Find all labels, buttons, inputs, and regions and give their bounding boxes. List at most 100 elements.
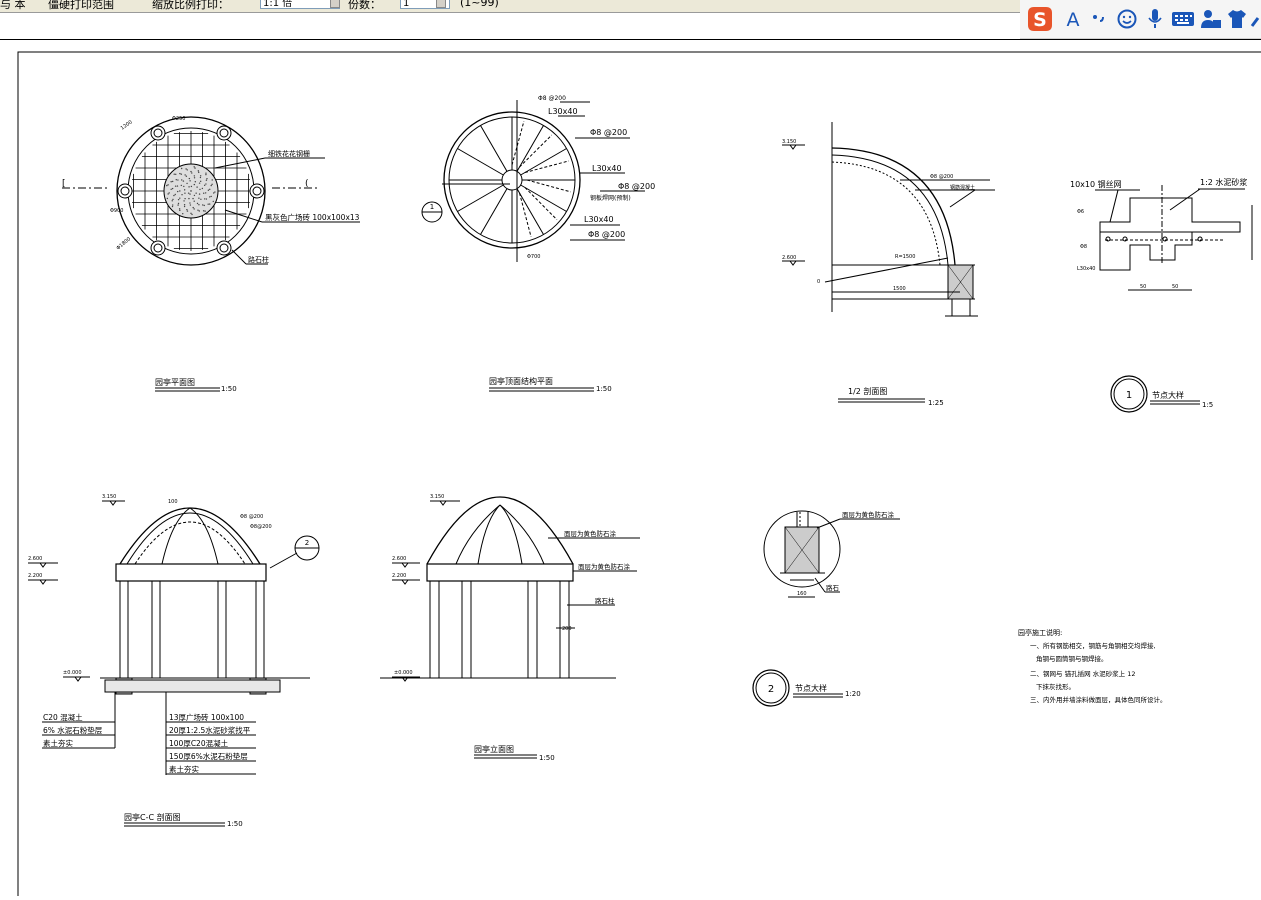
notes-title: 园亭施工说明: (1018, 628, 1062, 637)
plan-fill-dot (167, 193, 169, 195)
user-tools-icon[interactable] (1200, 6, 1222, 32)
el-column (527, 580, 538, 679)
roof-label-4: L30x40 (592, 164, 622, 173)
plan-fill-dot (177, 202, 180, 205)
plan-fill-dot (181, 194, 183, 196)
plan-fill-dot (190, 170, 192, 173)
elevation-title: 园亭立面图 (474, 744, 514, 754)
sogou-logo-icon[interactable]: S (1024, 6, 1056, 32)
plan-fill-dot (183, 189, 186, 191)
detail2-scale: 1:20 (845, 690, 861, 698)
punctuation-icon[interactable] (1088, 6, 1110, 32)
plan-fill-dot (200, 198, 202, 200)
plan-fill-dot (184, 174, 186, 176)
wrench-icon[interactable] (1250, 6, 1261, 32)
cc-right-layer-label: 13厚广场砖 100x100 (169, 712, 244, 722)
copies-label: 份数： (348, 0, 381, 11)
half-mid-elev: 2.600 (782, 255, 796, 261)
plan-fill-dot (193, 183, 196, 186)
plan-fill-dot (198, 193, 201, 195)
detail2-marker: 2 (768, 684, 774, 695)
joint-detail-2: 面层为黄色防石涂 路石 160 2 节点大样 1:20 (752, 510, 900, 707)
el-roof-label: 面层为黄色防石涂 (564, 529, 617, 538)
plan-fill-dot (182, 180, 185, 182)
section-cc-view: 2 3.150 2.600 2.200 ±0.000 100 Φ8 @200 Φ… (28, 494, 320, 828)
notes-item-5: 三、内外用并墙涂料做面层，具体色同所设计。 (1030, 695, 1167, 704)
plan-fill-dot (194, 167, 196, 169)
keyboard-icon[interactable] (1170, 6, 1196, 32)
roof-label-7: Φ8 @200 (588, 230, 625, 239)
cad-print-preview: [ ( 细铁花花钢栅 黑灰色广场砖 100x100x13 路石柱 1200 Φ2… (0, 40, 1261, 896)
skin-shirt-icon[interactable] (1226, 6, 1248, 32)
plan-fill-dot (170, 188, 172, 190)
plan-fill-dot (191, 213, 193, 216)
plan-fill-dot (177, 198, 180, 201)
plan-fill-dot (175, 179, 177, 181)
plan-pillar (216, 240, 232, 256)
plan-fill-dot (211, 179, 213, 181)
plan-fill-dot (177, 204, 179, 206)
roof-label-5: Φ8 @200 (618, 182, 655, 191)
plan-fill-dot (173, 173, 175, 175)
microphone-icon[interactable] (1144, 6, 1166, 32)
notes-item-3: 二、钢网与 锚孔插网 水泥砂浆上 12 (1030, 669, 1135, 678)
plan-fill-dot (181, 179, 183, 181)
detail1-title: 节点大样 (1152, 390, 1184, 400)
cc-left-layer-label: 6% 水泥石粉垫层 (43, 725, 103, 735)
plan-fill-dot (172, 204, 174, 206)
roof-plan-title: 园亭顶面结构平面 (489, 376, 553, 386)
plan-fill-dot (204, 192, 207, 194)
scale-select[interactable]: 1:1 倍 (260, 0, 340, 9)
construction-notes: 园亭施工说明: 一、所有钢筋相交，钢筋与角钢相交均焊接, 角钢与圆筒钢与钢焊接。… (1018, 628, 1167, 704)
plan-fill-dot (203, 198, 206, 200)
cc-title: 园亭C-C 剖面图 (124, 812, 181, 822)
roof-label-3: Φ8 @200 (590, 128, 627, 137)
print-range-mode-label[interactable]: 僵硬打印范围 (48, 0, 114, 12)
plan-fill-dot (173, 194, 175, 197)
roof-structure-plan: 1 Φ8 @200 L30x40 Φ8 @200 L30x40 Φ8 @200 … (421, 95, 655, 393)
plan-fill-dot (194, 181, 197, 183)
plan-fill-dot (198, 182, 201, 184)
half-span: 1500 (893, 286, 906, 292)
plan-fill-dot (171, 205, 174, 208)
cc-column (255, 580, 265, 679)
plan-fill-dot (167, 184, 169, 186)
half-section-scale: 1:25 (928, 399, 944, 407)
el-beam-label: 面层为黄色防石涂 (578, 562, 631, 571)
plan-fill-dot (188, 197, 190, 200)
plan-fill-dot (193, 175, 196, 177)
detail1-scale: 1:5 (1202, 401, 1213, 409)
plan-fill-dot (180, 173, 183, 175)
detail1-mesh: 10x10 钢丝网 (1070, 179, 1122, 189)
plan-pillar (249, 183, 265, 199)
plan-fill-dot (192, 197, 194, 200)
roof-rib-hidden (526, 179, 571, 193)
scale-dropdown-arrow-icon[interactable] (330, 0, 340, 8)
plan-fill-dot (182, 212, 184, 215)
plan-fill-dot (210, 195, 212, 198)
plan-dim-a: 1200 (120, 119, 134, 131)
cc-right-layer-label: 20厚1:2.5水泥砂浆找平 (169, 725, 251, 735)
plan-fill-dot (205, 179, 208, 181)
roof-label-8: 钢板焊网(预制) (590, 194, 631, 202)
scale-label: 缩放比例打印： (152, 0, 229, 11)
plan-fill-dot (196, 202, 199, 205)
plan-fill-dot (207, 203, 209, 205)
roof-plan-marker: 1 (430, 203, 434, 211)
copies-spinner-icon[interactable] (436, 0, 446, 8)
cc-ground: ±0.000 (63, 670, 82, 676)
half-steel: 钢筋混凝土 (950, 184, 975, 191)
plan-fill-dot (187, 192, 190, 194)
plan-fill-dot (178, 208, 181, 210)
plan-fill-dot (180, 184, 183, 187)
smiley-icon[interactable] (1116, 6, 1138, 32)
cc-column (119, 580, 129, 679)
plan-fill-dot (183, 205, 186, 208)
chinese-english-toggle-icon[interactable]: A (1062, 6, 1084, 32)
detail1-dim2: 50 (1172, 284, 1178, 290)
detail2-stone: 路石 (826, 583, 840, 592)
notes-item-2: 角钢与圆筒钢与钢焊接。 (1036, 654, 1108, 663)
plan-fill-dot (193, 177, 196, 179)
detail1-dim1: 50 (1140, 284, 1146, 290)
plan-fill-dot (174, 185, 177, 187)
